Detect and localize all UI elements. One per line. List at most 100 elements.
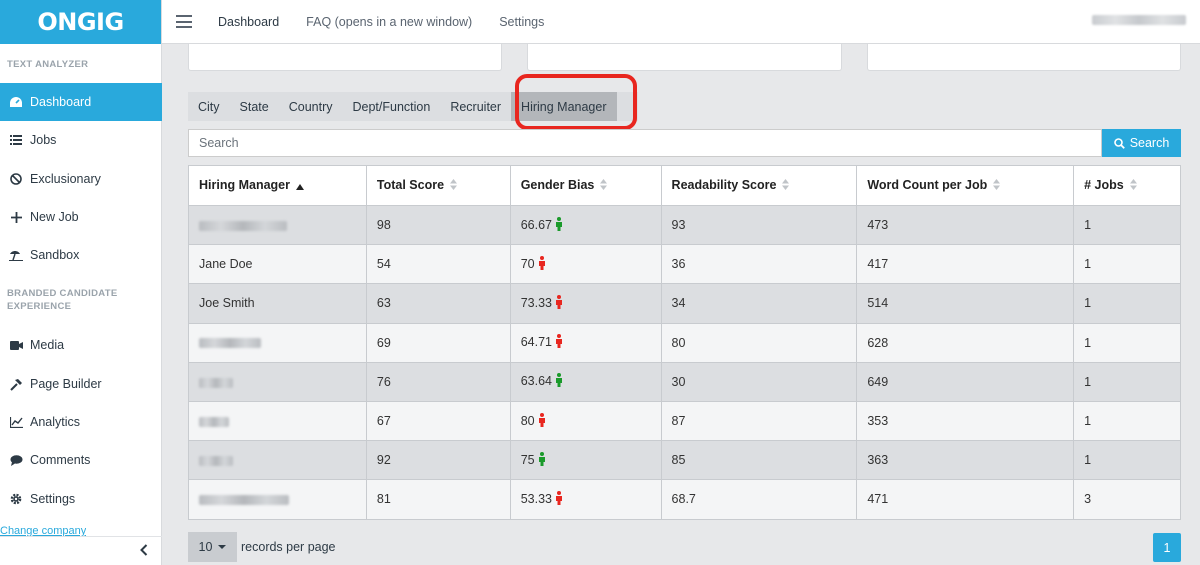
user-menu[interactable]: [1092, 15, 1186, 25]
cell-gender-bias-value: 64.71: [520, 334, 552, 349]
column-header-jobs[interactable]: # Jobs: [1073, 165, 1181, 206]
search-button[interactable]: Search: [1102, 129, 1181, 157]
sidebar-item-label: Settings: [30, 492, 76, 506]
tab-country[interactable]: Country: [279, 92, 343, 121]
cell-word-count-value: 514: [867, 296, 889, 311]
table-row[interactable]: Joe Smith 63 73.33 34 514 1: [188, 283, 1181, 324]
neutral-person-icon: [538, 451, 546, 469]
table-row[interactable]: 69 64.71 80 628 1: [188, 322, 1181, 363]
tab-dept-function[interactable]: Dept/Function: [343, 92, 441, 121]
top-nav-settings[interactable]: Settings: [499, 15, 544, 29]
cell-readability-score-value: 36: [671, 257, 686, 272]
sidebar-item-exclusionary[interactable]: Exclusionary: [0, 160, 162, 198]
cell-readability-score-value: 34: [671, 296, 686, 311]
sidebar-item-analytics[interactable]: Analytics: [0, 403, 162, 441]
column-header-total-score[interactable]: Total Score: [365, 165, 511, 206]
table-row[interactable]: 92 75 85 363 1: [188, 440, 1181, 481]
records-per-page-select[interactable]: 10: [188, 532, 237, 562]
sort-icon: [993, 178, 1001, 193]
biased-person-icon: [555, 490, 563, 508]
cell-word-count: 514: [856, 283, 1075, 324]
sidebar-item-label: Jobs: [30, 133, 57, 147]
cell-readability-score: 93: [660, 204, 858, 246]
table-row[interactable]: Jane Doe 54 70 36 417 1: [188, 244, 1181, 285]
cell-total-score: 81: [365, 479, 511, 520]
cell-jobs: 1: [1073, 283, 1181, 324]
column-header-hiring-manager[interactable]: Hiring Manager: [188, 165, 367, 206]
cell-word-count: 473: [856, 204, 1075, 246]
plus-icon: [8, 209, 24, 225]
top-nav-dashboard[interactable]: Dashboard: [218, 15, 279, 29]
table-row[interactable]: 98 66.67 93 473 1: [188, 204, 1181, 246]
cell-word-count-value: 649: [867, 374, 889, 389]
search-input[interactable]: [188, 129, 1102, 157]
cell-hiring-manager-value: Jane Doe: [199, 257, 253, 272]
cell-jobs: 1: [1073, 322, 1181, 363]
sidebar-item-media[interactable]: Media: [0, 326, 162, 364]
tab-state[interactable]: State: [230, 92, 279, 121]
cell-word-count: 628: [856, 322, 1075, 363]
cell-jobs: 1: [1073, 361, 1181, 402]
cell-hiring-manager-value: Joe Smith: [199, 296, 255, 311]
hamburger-menu-icon[interactable]: [176, 15, 192, 28]
sidebar-item-comments[interactable]: Comments: [0, 441, 162, 479]
cell-jobs: 1: [1073, 204, 1181, 246]
video-icon: [8, 337, 24, 353]
sidebar-item-label: Analytics: [30, 415, 81, 429]
column-header-gender-bias[interactable]: Gender Bias: [509, 165, 662, 206]
column-header-readability-score[interactable]: Readability Score: [660, 165, 858, 206]
table-row[interactable]: 67 80 87 353 1: [188, 400, 1181, 442]
sort-icon: [1129, 178, 1137, 193]
tab-city[interactable]: City: [188, 92, 230, 121]
cell-word-count: 353: [856, 400, 1075, 442]
cell-hiring-manager: [188, 440, 367, 481]
page-button-current[interactable]: 1: [1153, 533, 1181, 562]
cell-total-score: 67: [365, 400, 511, 442]
sidebar-item-jobs[interactable]: Jobs: [0, 121, 162, 159]
change-company-link[interactable]: Change company: [0, 525, 86, 536]
sort-icon: [600, 178, 608, 193]
dashboard-icon: [8, 94, 24, 110]
cell-readability-score-value: 68.7: [671, 492, 696, 507]
column-header-word-count[interactable]: Word Count per Job: [856, 165, 1075, 206]
cell-word-count-value: 473: [867, 218, 889, 233]
table-row[interactable]: 76 63.64 30 649 1: [188, 361, 1181, 402]
cell-gender-bias-value: 66.67: [520, 217, 552, 232]
redacted-name: [199, 416, 229, 427]
sidebar-item-label: Page Builder: [30, 377, 102, 391]
hiring-manager-table: Hiring Manager Total Score Gender Bias R…: [188, 165, 1181, 520]
section-label-branded: BRANDED CANDIDATE EXPERIENCE: [7, 288, 118, 312]
cell-gender-bias-value: 70: [520, 256, 535, 271]
sidebar-collapse-button[interactable]: [0, 536, 162, 565]
cell-gender-bias-value: 75: [520, 452, 535, 467]
cell-word-count: 649: [856, 361, 1075, 402]
cell-jobs-value: 1: [1084, 218, 1092, 233]
biased-person-icon: [538, 255, 546, 273]
sidebar-item-settings[interactable]: Settings: [0, 480, 162, 518]
cell-total-score: 92: [365, 440, 511, 481]
ongig-logo[interactable]: ONGIG: [0, 0, 161, 44]
redacted-name: [199, 220, 287, 231]
cell-total-score-value: 54: [376, 257, 391, 272]
cell-hiring-manager: Jane Doe: [188, 244, 367, 285]
sidebar-item-dashboard[interactable]: Dashboard: [0, 83, 162, 121]
cell-total-score: 98: [365, 204, 511, 246]
cell-total-score: 63: [365, 283, 511, 324]
pagination-controls: 10 records per page: [188, 532, 336, 562]
cell-hiring-manager: [188, 361, 367, 402]
cell-jobs-value: 1: [1084, 257, 1092, 272]
caret-down-icon: [218, 545, 227, 549]
cell-jobs-value: 1: [1084, 296, 1092, 311]
sidebar-item-new-job[interactable]: New Job: [0, 198, 162, 236]
sidebar-item-sandbox[interactable]: Sandbox: [0, 236, 162, 274]
cell-gender-bias: 70: [509, 244, 662, 285]
sidebar-item-label: Comments: [30, 453, 91, 467]
sidebar-item-page-builder[interactable]: Page Builder: [0, 365, 162, 403]
cell-hiring-manager: Joe Smith: [188, 283, 367, 324]
sandbox-icon: [8, 247, 24, 263]
cell-jobs-value: 1: [1084, 453, 1092, 468]
top-nav-faq[interactable]: FAQ (opens in a new window): [306, 15, 472, 29]
cell-readability-score: 87: [660, 400, 858, 442]
tab-recruiter[interactable]: Recruiter: [440, 92, 511, 121]
table-row[interactable]: 81 53.33 68.7 471 3: [188, 479, 1181, 520]
